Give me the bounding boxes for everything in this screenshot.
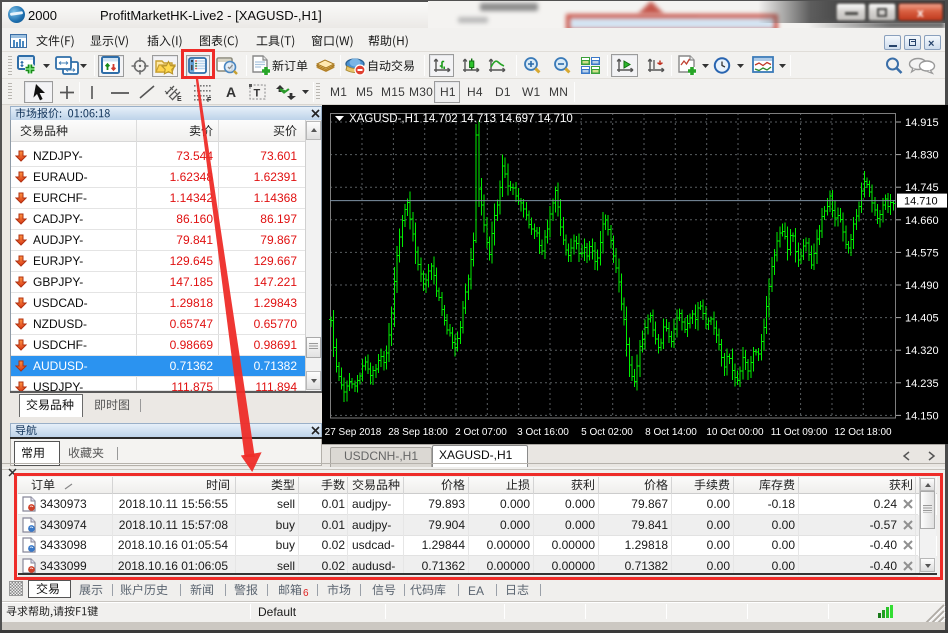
- svg-text:XAGUSD-,H1 14.702 14.713 14.6: XAGUSD-,H1 14.702 14.713 14.697 14.710: [349, 113, 573, 125]
- svg-text:14.830: 14.830: [905, 150, 939, 162]
- svg-text:14.150: 14.150: [905, 410, 939, 422]
- svg-text:12 Oct 18:00: 12 Oct 18:00: [834, 427, 892, 438]
- svg-text:27 Sep 2018: 27 Sep 2018: [325, 427, 382, 438]
- svg-text:14.405: 14.405: [905, 313, 939, 325]
- svg-text:T: T: [254, 88, 261, 100]
- svg-text:F: F: [207, 97, 212, 103]
- svg-text:14.710: 14.710: [904, 196, 938, 208]
- svg-text:14.235: 14.235: [905, 378, 939, 390]
- svg-text:14.660: 14.660: [905, 215, 939, 227]
- svg-text:14.745: 14.745: [905, 182, 939, 194]
- svg-text:14.575: 14.575: [905, 247, 939, 259]
- svg-text:14.320: 14.320: [905, 345, 939, 357]
- svg-text:E: E: [177, 96, 182, 102]
- svg-text:28 Sep 18:00: 28 Sep 18:00: [388, 427, 448, 438]
- svg-text:8 Oct 14:00: 8 Oct 14:00: [645, 427, 697, 438]
- svg-text:10 Oct 00:00: 10 Oct 00:00: [706, 427, 764, 438]
- svg-text:11 Oct 09:00: 11 Oct 09:00: [771, 427, 828, 438]
- svg-text:5 Oct 02:00: 5 Oct 02:00: [581, 427, 633, 438]
- svg-text:3 Oct 16:00: 3 Oct 16:00: [517, 427, 569, 438]
- svg-text:2 Oct 07:00: 2 Oct 07:00: [455, 427, 507, 438]
- svg-text:14.915: 14.915: [905, 117, 939, 129]
- svg-text:14.490: 14.490: [905, 280, 939, 292]
